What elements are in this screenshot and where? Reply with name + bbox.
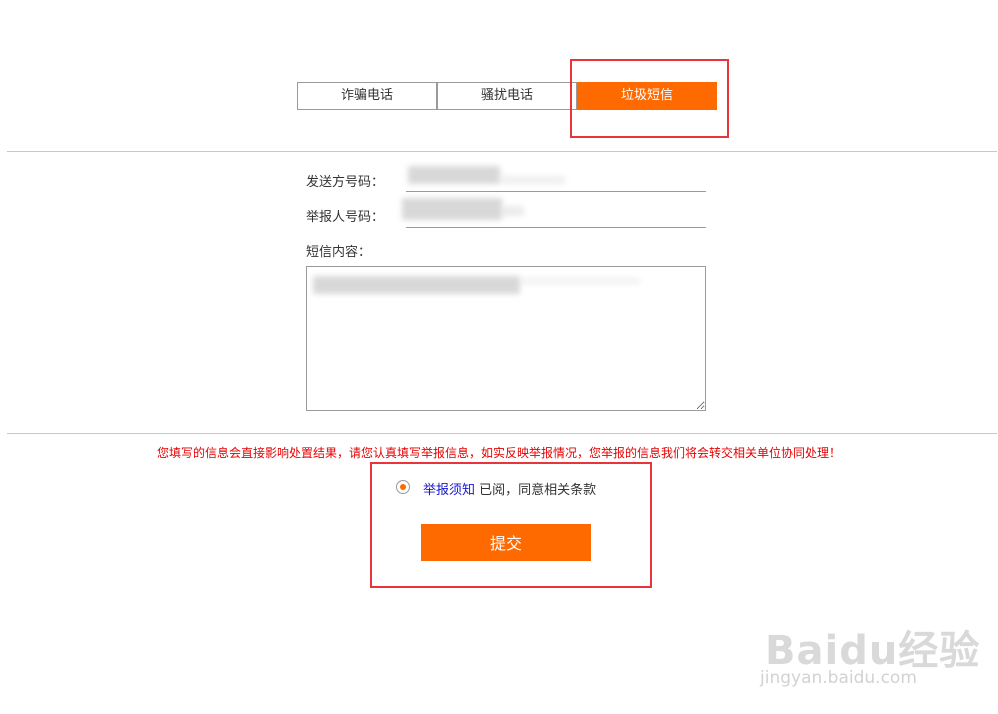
reporter-number-value-blurred-tail bbox=[502, 206, 524, 216]
highlight-box-submit bbox=[370, 462, 652, 588]
tab-fraud-call[interactable]: 诈骗电话 bbox=[297, 82, 437, 110]
sms-content-textarea[interactable] bbox=[306, 266, 706, 411]
sender-number-label: 发送方号码： bbox=[306, 175, 385, 190]
sender-number-input[interactable] bbox=[406, 191, 706, 192]
highlight-box-tab bbox=[570, 59, 729, 138]
sender-number-value-blurred-tail bbox=[500, 176, 565, 184]
tab-harassment-call[interactable]: 骚扰电话 bbox=[437, 82, 577, 110]
notice-text: 您填写的信息会直接影响处置结果，请您认真填写举报信息，如实反映举报情况，您举报的… bbox=[156, 446, 841, 460]
baidu-jingyan-watermark-url: jingyan.baidu.com bbox=[760, 668, 917, 688]
reporter-number-value-blurred bbox=[402, 198, 502, 220]
divider-top bbox=[7, 151, 997, 152]
sms-content-label: 短信内容： bbox=[306, 245, 372, 260]
sender-number-value-blurred bbox=[408, 166, 500, 184]
divider-bottom bbox=[7, 433, 997, 434]
reporter-number-label: 举报人号码： bbox=[306, 210, 385, 225]
reporter-number-input[interactable] bbox=[406, 227, 706, 228]
